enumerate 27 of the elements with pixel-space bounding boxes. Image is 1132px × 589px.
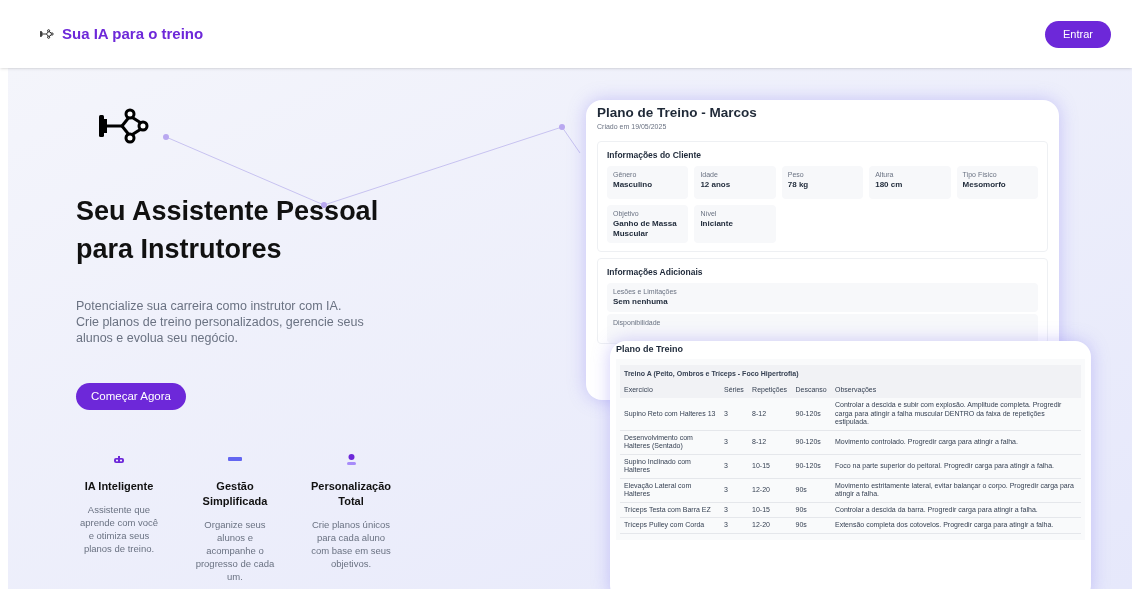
field-value: 78 kg [787, 180, 810, 190]
field-value: Ganho de Massa Muscular [613, 219, 678, 239]
plan-title: Plano de Treino - Marcos [597, 104, 758, 122]
robot-icon [114, 455, 124, 463]
workout-title: Plano de Treino [616, 343, 684, 355]
field-value: Sem nenhuma [613, 297, 669, 307]
field-value: Iniciante [700, 219, 734, 229]
feature-title: Gestão Simplificada [201, 479, 269, 509]
feature-title: Personalização Total [309, 479, 393, 509]
feature-text: Crie planos únicos para cada aluno com base em seus objetivos. [310, 518, 392, 570]
feature-text: Organize seus alunos e acompanhe o progresso de cada um. [194, 518, 276, 583]
field-value: Masculino [613, 180, 654, 190]
hero-title: Seu Assistente Pessoal para Instrutores [76, 195, 380, 266]
section-title: Informações do Cliente [607, 150, 702, 161]
feature-title: IA Inteligente [84, 479, 154, 494]
brand-name: Sua IA para o treino [62, 23, 204, 44]
dumbbell-network-icon [40, 29, 54, 39]
hero-description: Potencialize sua carreira como instrutor com IA. Crie planos de treino personalizados, gerencie seus alunos e evolua seu negócio. [76, 298, 365, 346]
start-button[interactable]: Começar Agora [76, 383, 186, 410]
feature-text: Assistente que aprende com você e otimiza seus planos de treino. [78, 503, 160, 555]
field-value: 180 cm [875, 180, 904, 190]
dumbbell-network-icon [97, 108, 151, 144]
login-button[interactable]: Entrar [1045, 20, 1111, 48]
field-value: 12 anos [700, 180, 732, 190]
field-value: Mesomorfo [962, 180, 1007, 190]
user-icon [346, 453, 356, 465]
section-title: Informações Adicionais [607, 267, 704, 278]
